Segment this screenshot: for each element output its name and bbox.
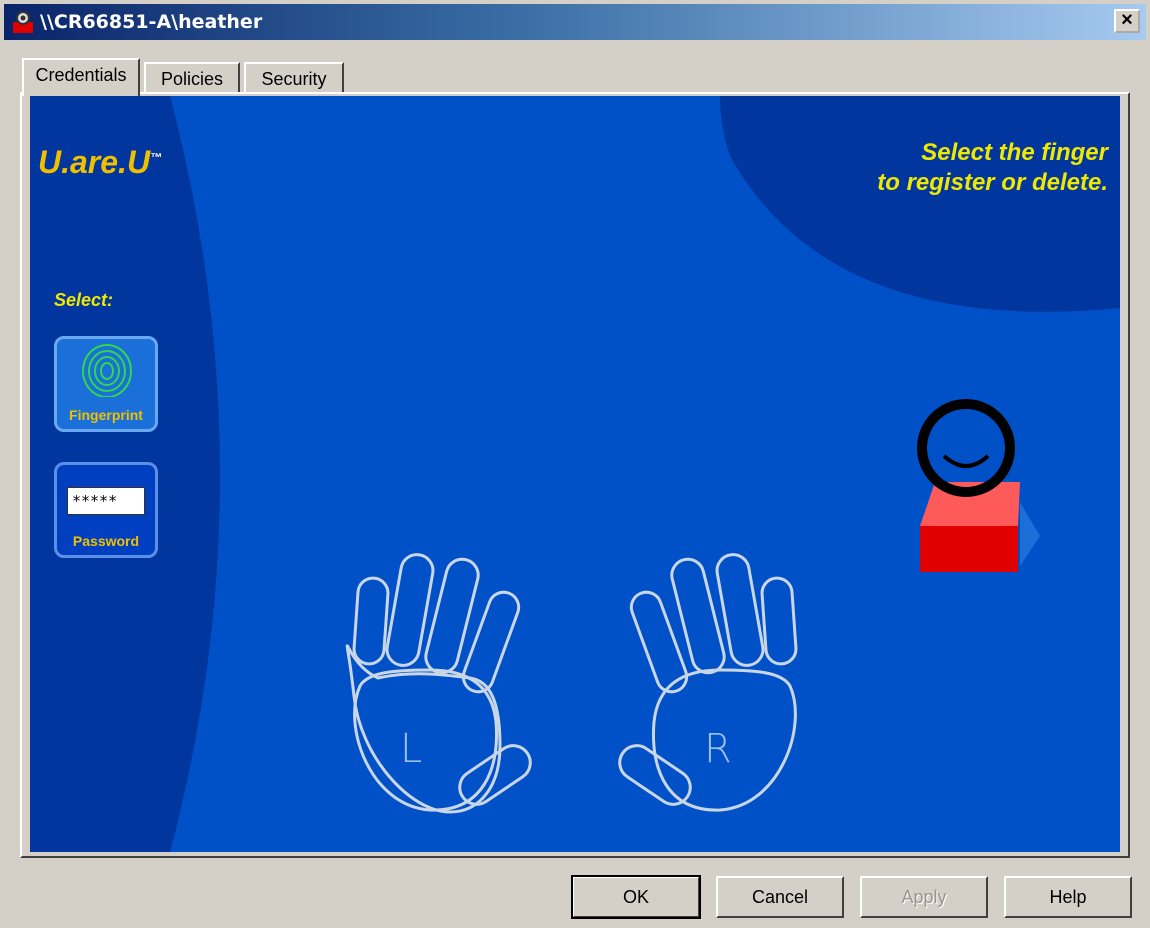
- window-title: \\CR66851-A\heather: [40, 11, 263, 33]
- brand-logo: U.are.U™: [38, 144, 163, 180]
- password-label: Password: [72, 533, 140, 549]
- title-bar[interactable]: \\CR66851-A\heather ×: [4, 4, 1146, 40]
- fingerprint-icon: [82, 344, 132, 397]
- left-pinky: [352, 576, 390, 666]
- apply-button[interactable]: Apply: [860, 876, 988, 918]
- password-button[interactable]: ***** Password: [54, 462, 158, 558]
- left-hand-label: L: [400, 726, 423, 772]
- credentials-panel: U.are.U™ Select the finger to register o…: [30, 96, 1120, 852]
- user-lock-icon: [13, 11, 33, 33]
- instruction-line-2: to register or delete.: [877, 169, 1108, 196]
- left-index: [461, 590, 521, 694]
- instruction-text: Select the finger to register or delete.: [748, 138, 1108, 198]
- tab-security[interactable]: Security: [244, 62, 344, 96]
- help-button[interactable]: Help: [1004, 876, 1132, 918]
- instruction-line-1: Select the finger: [921, 139, 1108, 166]
- tab-credentials[interactable]: Credentials: [22, 58, 140, 96]
- right-hand-label: R: [704, 726, 732, 772]
- user-figure: [917, 399, 1040, 572]
- right-pinky: [760, 576, 798, 666]
- fingerprint-label: Fingerprint: [69, 407, 143, 423]
- password-icon: *****: [67, 487, 145, 515]
- close-button[interactable]: ×: [1114, 9, 1140, 33]
- fingerprint-button[interactable]: Fingerprint: [54, 336, 158, 432]
- tab-policies[interactable]: Policies: [144, 62, 240, 96]
- hands-art: [352, 399, 1040, 812]
- select-label: Select:: [54, 290, 114, 310]
- right-index: [629, 590, 689, 694]
- ok-button[interactable]: OK: [571, 875, 701, 919]
- cancel-button[interactable]: Cancel: [716, 876, 844, 918]
